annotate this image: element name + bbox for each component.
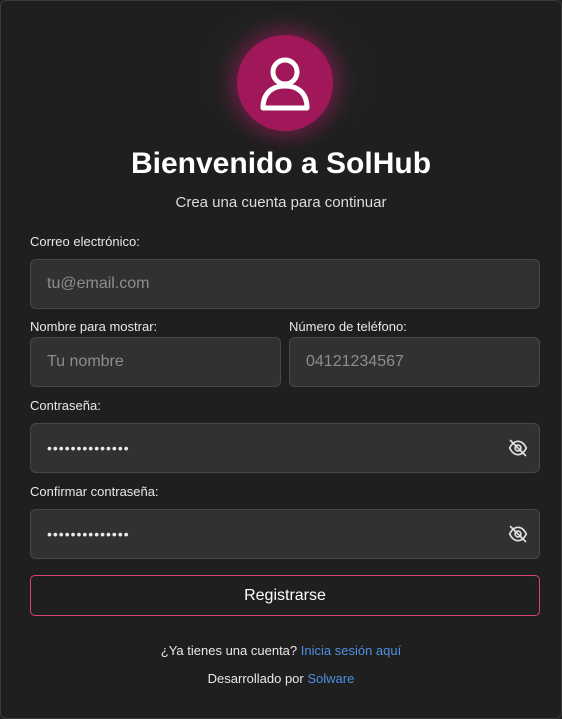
page-subtitle: Crea una cuenta para continuar [175,194,387,211]
login-prompt-text: ¿Ya tienes una cuenta? [160,643,298,658]
password-toggle-button[interactable] [507,437,529,459]
email-label: Correo electrónico: [30,234,140,249]
login-prompt-line: ¿Ya tienes una cuenta? Inicia sesión aqu… [1,643,561,658]
register-button[interactable]: Registrarse [30,575,540,616]
eye-off-icon [508,439,528,457]
phone-label: Número de teléfono: [289,319,407,334]
credit-line: Desarrollado por Solware [1,671,561,686]
confirm-password-field[interactable] [30,509,540,559]
password-field[interactable] [30,423,540,473]
display-name-field[interactable] [30,337,281,387]
password-label: Contraseña: [30,398,101,413]
phone-field[interactable] [289,337,540,387]
solware-link[interactable]: Solware [307,671,354,686]
page-title: Bienvenido a SolHub [130,147,432,180]
eye-off-icon [508,525,528,543]
signup-card: Bienvenido a SolHub Crea una cuenta para… [0,0,562,719]
user-icon [260,57,310,111]
email-field[interactable] [30,259,540,309]
display-name-label: Nombre para mostrar: [30,319,158,334]
credit-prefix: Desarrollado por [207,671,304,686]
avatar [237,35,333,131]
confirm-password-toggle-button[interactable] [507,523,529,545]
confirm-password-label: Confirmar contraseña: [30,484,159,499]
login-link[interactable]: Inicia sesión aquí [301,643,401,658]
